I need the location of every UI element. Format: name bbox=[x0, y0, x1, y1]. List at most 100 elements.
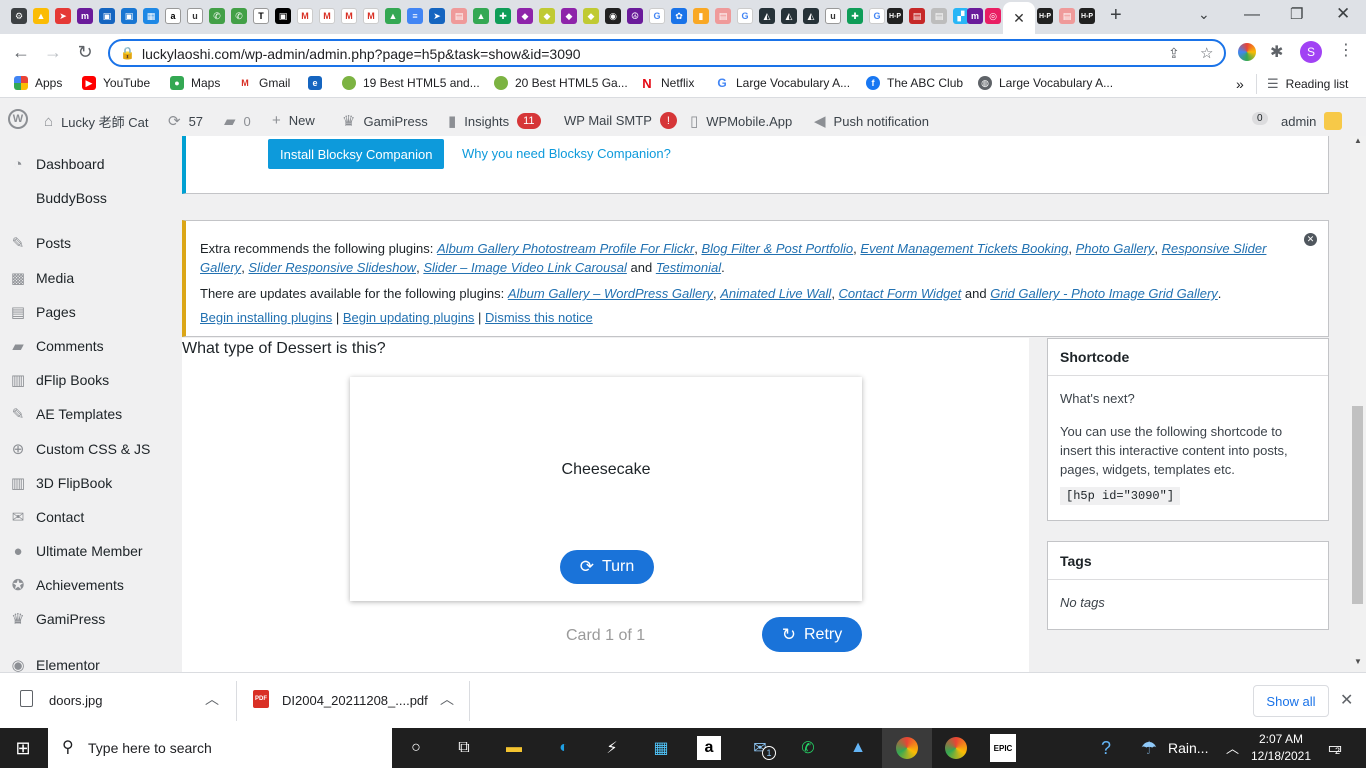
tab-favicon[interactable]: ◉ bbox=[605, 6, 621, 26]
tray-chevron-icon[interactable]: ︿ bbox=[1226, 738, 1239, 757]
share-icon[interactable]: ⇪ bbox=[1168, 45, 1180, 62]
task-view-icon[interactable]: ⧉ bbox=[450, 734, 478, 762]
reload-icon[interactable]: ↻ bbox=[74, 42, 96, 62]
dismiss-notice-link[interactable]: Dismiss this notice bbox=[485, 310, 593, 325]
lock-icon[interactable]: 🔒 bbox=[120, 46, 135, 60]
plugin-link[interactable]: Event Management Tickets Booking bbox=[860, 241, 1068, 256]
tab-favicon[interactable]: G bbox=[869, 6, 885, 26]
close-window-icon[interactable]: ✕ bbox=[1336, 4, 1350, 24]
sidebar-item-dflip-books[interactable]: ▥ dFlip Books bbox=[0, 365, 160, 395]
tab-favicon[interactable]: ✚ bbox=[847, 6, 863, 26]
gamipress-link[interactable]: ♛ GamiPress bbox=[342, 112, 428, 130]
why-blocksy-link[interactable]: Why you need Blocksy Companion? bbox=[462, 146, 671, 161]
show-all-downloads-button[interactable]: Show all bbox=[1253, 685, 1329, 717]
plugin-link[interactable]: Testimonial bbox=[656, 260, 721, 275]
restore-icon[interactable]: ❐ bbox=[1290, 5, 1303, 23]
chevron-up-icon[interactable]: ︿ bbox=[205, 689, 219, 709]
tab-favicon[interactable]: ▣ bbox=[99, 6, 115, 26]
updates-link[interactable]: ⟳ 57 bbox=[168, 112, 203, 130]
sidebar-item-posts[interactable]: ✎ Posts bbox=[0, 228, 160, 258]
bookmark-star-icon[interactable]: ☆ bbox=[1200, 44, 1213, 62]
plugin-link[interactable]: Animated Live Wall bbox=[720, 286, 831, 301]
page-scrollbar[interactable]: ▲ ▼ bbox=[1350, 136, 1366, 672]
more-bookmarks-icon[interactable]: » bbox=[1236, 76, 1244, 92]
chevron-up-icon[interactable]: ︿ bbox=[440, 689, 454, 709]
scroll-down-icon[interactable]: ▼ bbox=[1354, 657, 1362, 666]
plugin-link[interactable]: Slider Responsive Slideshow bbox=[248, 260, 416, 275]
wpmobile-link[interactable]: ▯ WPMobile.App bbox=[690, 112, 792, 130]
insights-link[interactable]: ▮ Insights 11 bbox=[448, 112, 541, 130]
reading-list[interactable]: ☰ Reading list bbox=[1267, 76, 1348, 92]
plugin-link[interactable]: Grid Gallery - Photo Image Grid Gallery bbox=[990, 286, 1218, 301]
store-icon[interactable]: ▦ bbox=[647, 734, 675, 762]
retry-button[interactable]: ↻ Retry bbox=[762, 617, 862, 652]
tab-favicon[interactable]: ◭ bbox=[803, 6, 819, 26]
tab-favicon[interactable]: H-P bbox=[1037, 6, 1053, 26]
bookmark-maps[interactable]: ● Maps bbox=[170, 76, 220, 90]
tab-favicon[interactable]: ▲ bbox=[473, 6, 489, 26]
minimize-icon[interactable]: — bbox=[1244, 6, 1260, 24]
plugin-link[interactable]: Photo Gallery bbox=[1076, 241, 1155, 256]
tab-favicon[interactable]: G bbox=[649, 6, 665, 26]
tab-favicon[interactable]: ➤ bbox=[55, 6, 71, 26]
shortcode-code[interactable]: [h5p id="3090"] bbox=[1060, 487, 1181, 505]
bookmark-html5-19[interactable]: 19 Best HTML5 and... bbox=[342, 76, 480, 90]
tab-favicon[interactable]: T bbox=[253, 6, 269, 26]
tab-favicon[interactable]: M bbox=[297, 6, 313, 26]
sidebar-item-elementor[interactable]: ◉ Elementor bbox=[0, 650, 160, 672]
new-tab-plus-icon[interactable]: + bbox=[1110, 4, 1122, 27]
tab-favicon[interactable]: G bbox=[737, 6, 753, 26]
tab-favicon[interactable]: ➤ bbox=[429, 6, 445, 26]
comments-link[interactable]: ▰ 0 bbox=[224, 112, 251, 130]
plugin-link[interactable]: Contact Form Widget bbox=[839, 286, 962, 301]
tab-favicon[interactable]: m bbox=[967, 6, 983, 26]
bookmark-large-vocab-1[interactable]: G Large Vocabulary A... bbox=[715, 76, 850, 90]
tab-favicon[interactable]: ▦ bbox=[143, 6, 159, 26]
tab-favicon[interactable]: ▤ bbox=[931, 6, 947, 26]
profile-avatar[interactable]: S bbox=[1300, 41, 1322, 63]
sidebar-item-comments[interactable]: ▰ Comments bbox=[0, 331, 160, 361]
scroll-up-icon[interactable]: ▲ bbox=[1354, 136, 1362, 145]
bookmark-abc-club[interactable]: f The ABC Club bbox=[866, 76, 963, 90]
notification-center-icon[interactable]: ▭ 2 bbox=[1321, 734, 1349, 762]
url-text[interactable]: luckylaoshi.com/wp-admin/admin.php?page=… bbox=[142, 46, 581, 62]
flashcard[interactable]: Cheesecake ⟳ Turn bbox=[350, 377, 862, 601]
close-downloads-icon[interactable]: ✕ bbox=[1340, 690, 1353, 710]
tab-favicon[interactable]: ▤ bbox=[451, 6, 467, 26]
begin-updating-link[interactable]: Begin updating plugins bbox=[343, 310, 475, 325]
download-item-pdf[interactable]: PDF DI2004_20211208_....pdf ︿ bbox=[237, 673, 469, 729]
install-blocksy-button[interactable]: Install Blocksy Companion bbox=[268, 139, 445, 169]
site-name-link[interactable]: ⌂ Lucky 老師 Cat bbox=[44, 112, 148, 131]
file-explorer-icon[interactable]: ▬ bbox=[500, 734, 528, 762]
tab-favicon[interactable]: ▲ bbox=[385, 6, 401, 26]
chrome-taskbar-active[interactable] bbox=[882, 728, 932, 768]
tab-favicon[interactable]: ▣ bbox=[121, 6, 137, 26]
sidebar-item-ultimate-member[interactable]: ● Ultimate Member bbox=[0, 536, 160, 566]
tab-favicon[interactable]: ◆ bbox=[517, 6, 533, 26]
admin-user-menu[interactable]: admin bbox=[1281, 112, 1343, 130]
tab-favicon[interactable]: ◭ bbox=[759, 6, 775, 26]
tab-favicon[interactable]: ▲ bbox=[33, 6, 49, 26]
wordpress-logo-icon[interactable]: W bbox=[8, 109, 28, 129]
sidebar-item-media[interactable]: ▩ Media bbox=[0, 263, 160, 293]
epic-games-icon[interactable]: EPIC bbox=[990, 734, 1016, 762]
clock-date[interactable]: 12/18/2021 bbox=[1249, 749, 1313, 763]
download-item-doors[interactable]: doors.jpg ︿ bbox=[0, 673, 236, 729]
tab-favicon[interactable]: ◆ bbox=[561, 6, 577, 26]
cortana-icon[interactable]: ○ bbox=[402, 734, 430, 762]
bookmark-gmail[interactable]: M Gmail bbox=[238, 76, 290, 90]
extension-icon[interactable] bbox=[1238, 43, 1256, 61]
weather-umbrella-icon[interactable]: ☂ bbox=[1135, 734, 1163, 762]
bookmark-large-vocab-2[interactable]: ◍ Large Vocabulary A... bbox=[978, 76, 1113, 90]
bookmark-ea[interactable]: e bbox=[308, 76, 329, 90]
tab-favicon[interactable]: ✿ bbox=[671, 6, 687, 26]
tab-favicon[interactable]: M bbox=[319, 6, 335, 26]
begin-installing-link[interactable]: Begin installing plugins bbox=[200, 310, 332, 325]
tab-favicon[interactable]: ☮ bbox=[627, 6, 643, 26]
user-notification-count[interactable]: 0 bbox=[1252, 112, 1268, 125]
edge-icon[interactable]: ◐ bbox=[550, 734, 578, 762]
tab-favicon[interactable]: ◎ bbox=[985, 6, 1001, 26]
mail-icon[interactable]: ✉ 1 bbox=[746, 734, 776, 762]
tab-favicon[interactable]: M bbox=[341, 6, 357, 26]
plugin-link[interactable]: Blog Filter & Post Portfolio bbox=[701, 241, 853, 256]
